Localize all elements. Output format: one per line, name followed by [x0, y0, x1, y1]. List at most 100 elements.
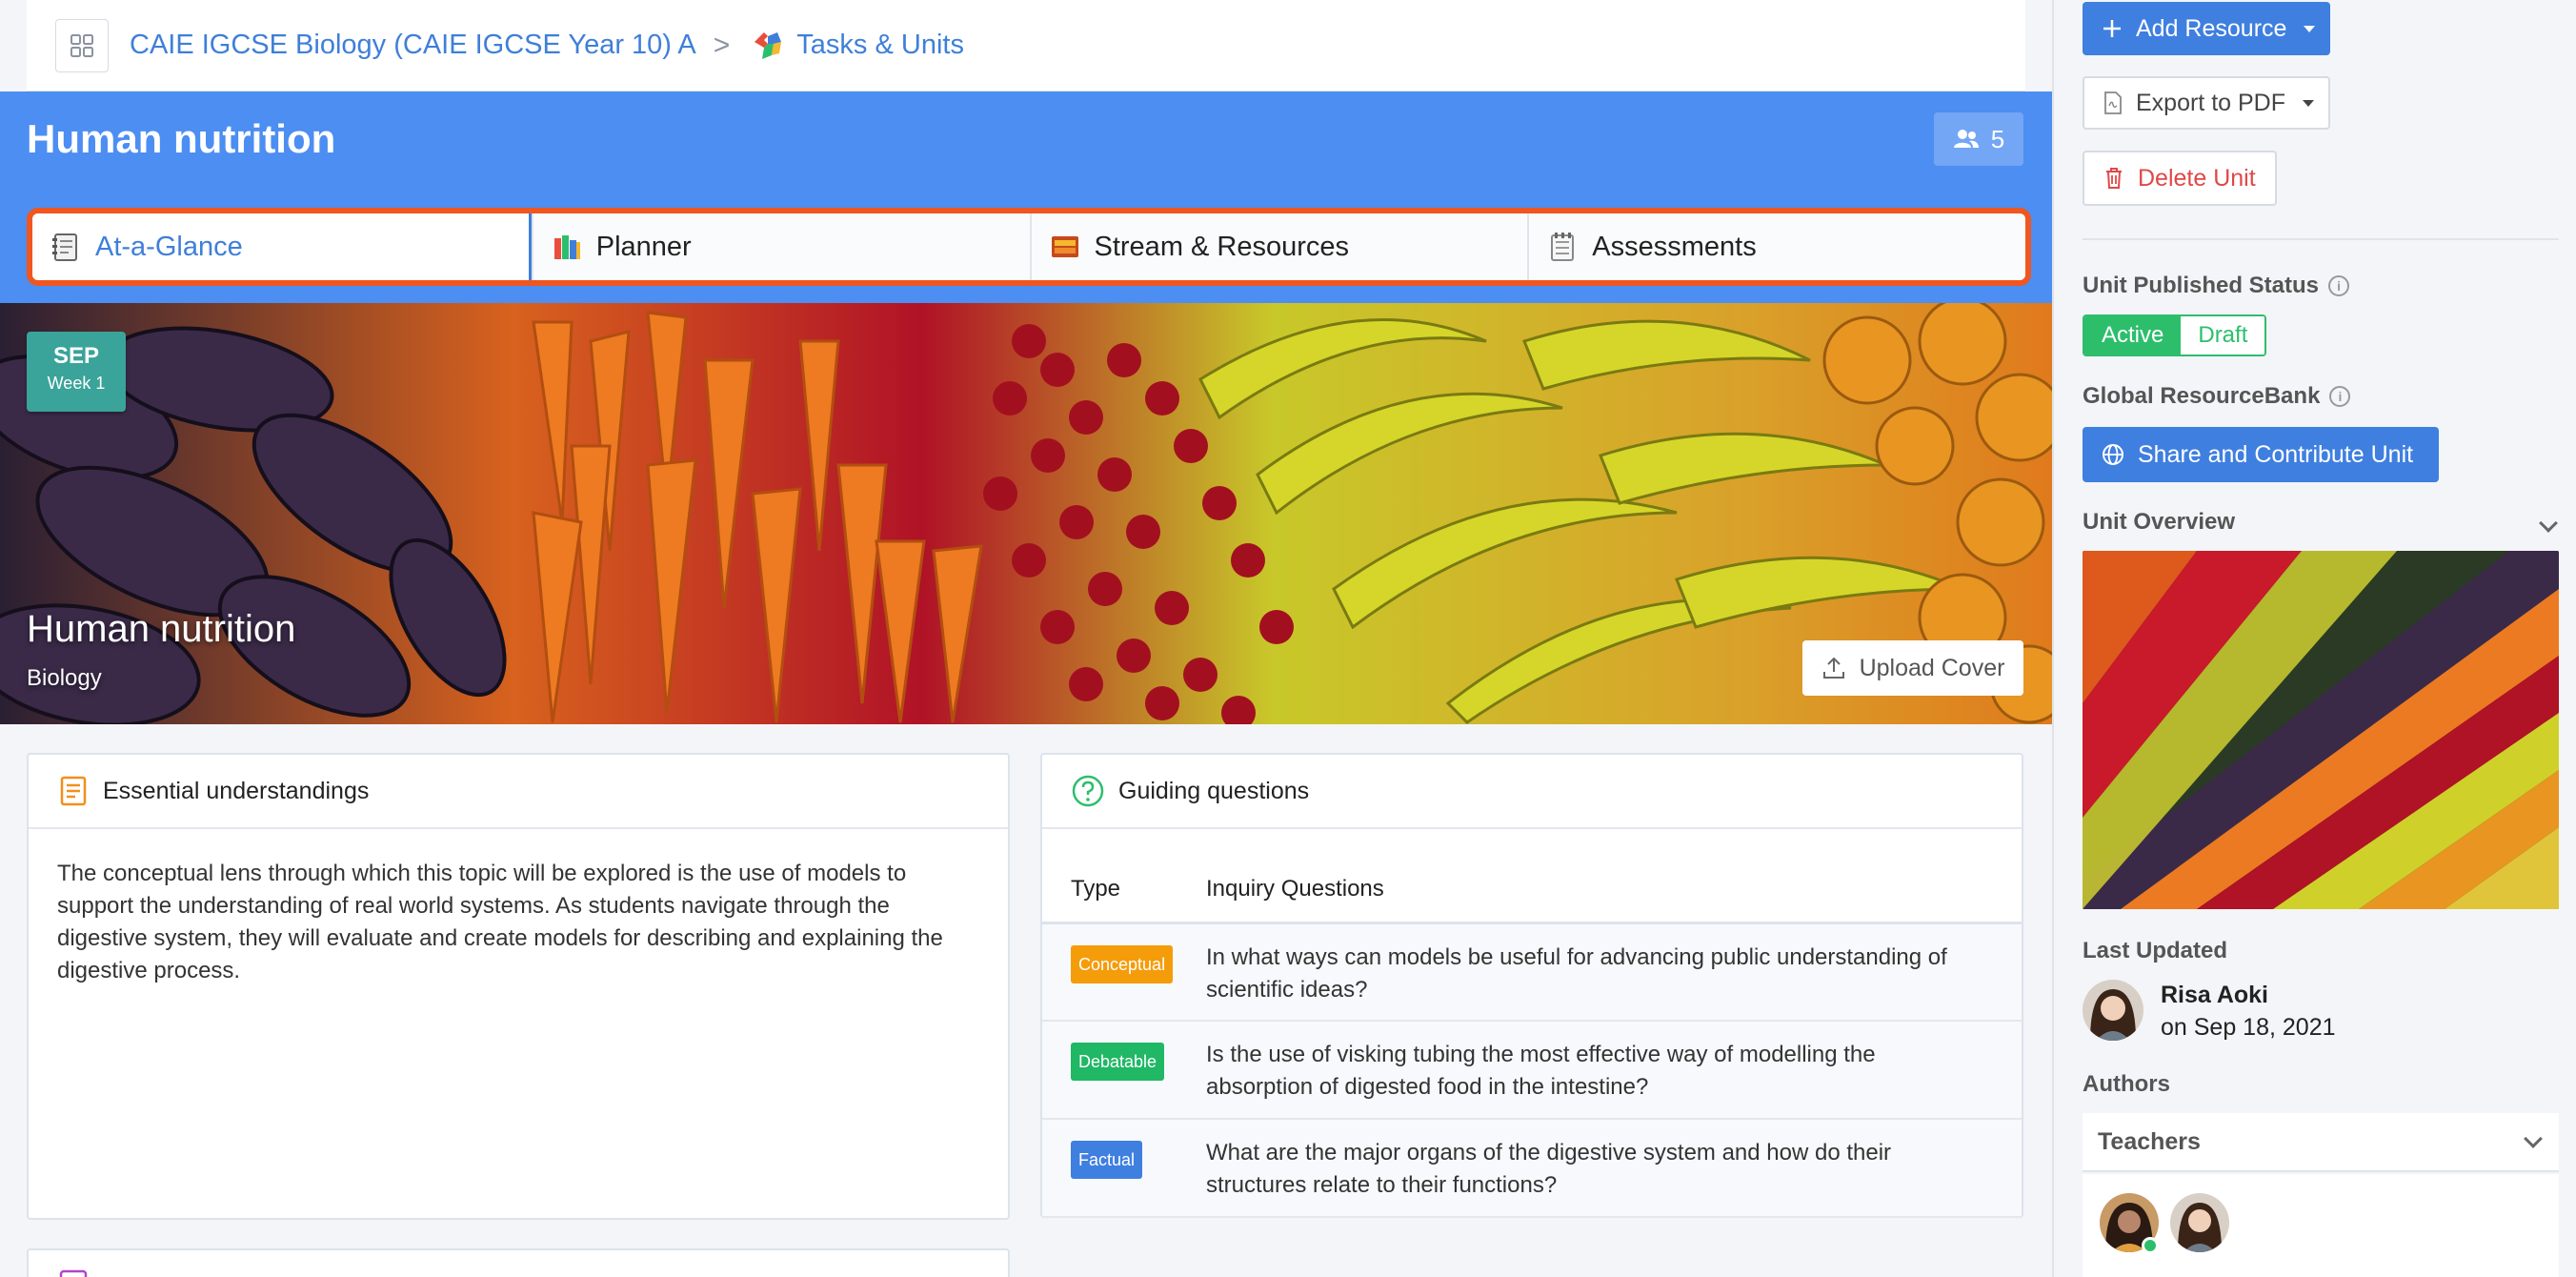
- tab-planner[interactable]: Planner: [531, 213, 1030, 280]
- chevron-down-icon: [2303, 99, 2314, 107]
- teachers-label: Teachers: [2098, 1127, 2201, 1155]
- table-row: Conceptual In what ways can models be us…: [1042, 922, 2022, 1022]
- card-box-icon: [1049, 231, 1081, 263]
- breadcrumb-course-link[interactable]: CAIE IGCSE Biology (CAIE IGCSE Year 10) …: [130, 30, 696, 61]
- grid-icon: [70, 33, 93, 57]
- tab-at-a-glance[interactable]: At-a-Glance: [32, 213, 532, 280]
- column-header-type: Type: [1042, 829, 1206, 924]
- avatar[interactable]: [2170, 1193, 2229, 1252]
- last-updated-label: Last Updated: [2083, 938, 2227, 964]
- pdf-file-icon: [2104, 91, 2122, 114]
- right-sidebar: Add Resource Export to PDF Delete Unit U…: [2052, 0, 2576, 1277]
- status-draft-option[interactable]: Draft: [2181, 316, 2265, 355]
- members-button[interactable]: 5: [1934, 112, 2023, 166]
- avatar[interactable]: [2083, 980, 2143, 1041]
- unit-cover: SEP Week 1 Human nutrition Biology Uploa…: [0, 303, 2052, 724]
- essential-understandings-card: Essential understandings The conceptual …: [27, 753, 1010, 1220]
- teachers-dropdown[interactable]: Teachers: [2083, 1113, 2559, 1172]
- card-title: Essential understandings: [103, 777, 370, 804]
- breadcrumb: CAIE IGCSE Biology (CAIE IGCSE Year 10) …: [27, 0, 2025, 91]
- add-resource-button[interactable]: Add Resource: [2083, 2, 2330, 55]
- essential-text: The conceptual lens through which this t…: [57, 861, 943, 983]
- published-status-toggle: Active Draft: [2083, 314, 2267, 356]
- published-status-text: Unit Published Status: [2083, 273, 2320, 298]
- date-badge: SEP Week 1: [27, 332, 126, 412]
- updated-by-name[interactable]: Risa Aoki: [2161, 982, 2268, 1009]
- share-unit-label: Share and Contribute Unit: [2138, 440, 2414, 468]
- resourcebank-text: Global ResourceBank: [2083, 383, 2321, 409]
- table-header-row: Type Inquiry Questions: [1042, 829, 2022, 924]
- cover-subject: Biology: [27, 665, 102, 691]
- breadcrumb-tasks-link[interactable]: Tasks & Units: [796, 30, 964, 61]
- status-active-option[interactable]: Active: [2084, 316, 2182, 355]
- tabs-container: At-a-Glance Planner Stream & Resources A…: [0, 191, 2052, 303]
- divider: [2083, 238, 2559, 240]
- unit-overview-image: [2083, 551, 2559, 909]
- question-text: Is the use of visking tubing the most ef…: [1206, 1021, 2022, 1120]
- cover-title: Human nutrition: [27, 608, 296, 650]
- question-text: In what ways can models be useful for ad…: [1206, 922, 2022, 1022]
- card-header: Guiding questions: [1042, 755, 2022, 829]
- chevron-down-icon[interactable]: [2539, 514, 2558, 533]
- question-text: What are the major organs of the digesti…: [1206, 1119, 2022, 1218]
- member-count: 5: [1990, 124, 2005, 153]
- upload-cover-button[interactable]: Upload Cover: [1802, 640, 2023, 696]
- notebook-icon: [50, 231, 82, 263]
- books-icon: [551, 231, 583, 263]
- updated-date: on Sep 18, 2021: [2161, 1014, 2336, 1041]
- tab-stream-resources[interactable]: Stream & Resources: [1029, 213, 1528, 280]
- unit-overview-label: Unit Overview: [2083, 509, 2235, 536]
- type-badge-debatable: Debatable: [1071, 1043, 1165, 1081]
- question-circle-icon: [1072, 775, 1104, 807]
- export-pdf-label: Export to PDF: [2136, 89, 2285, 116]
- breadcrumb-separator: >: [713, 29, 731, 61]
- type-badge-factual: Factual: [1071, 1141, 1143, 1179]
- share-unit-button[interactable]: Share and Contribute Unit: [2083, 427, 2439, 482]
- delete-unit-label: Delete Unit: [2138, 164, 2256, 192]
- add-resource-label: Add Resource: [2136, 14, 2287, 42]
- info-icon[interactable]: i: [2328, 275, 2350, 296]
- notepad-icon: [1546, 231, 1579, 263]
- upload-icon: [1822, 657, 1844, 679]
- published-status-label: Unit Published Status i: [2083, 273, 2350, 299]
- globe-icon: [2103, 444, 2123, 465]
- target-icon: [57, 1267, 90, 1277]
- card-title: Guiding questions: [1118, 777, 1310, 804]
- teachers-list: [2083, 1174, 2559, 1277]
- plus-icon: [2103, 20, 2121, 37]
- export-pdf-button[interactable]: Export to PDF: [2083, 76, 2330, 130]
- partial-card: [27, 1248, 1010, 1277]
- tab-label: Planner: [595, 231, 692, 262]
- authors-text: Authors: [2083, 1071, 2170, 1097]
- date-week: Week 1: [47, 374, 106, 393]
- users-icon: [1953, 130, 1979, 148]
- info-icon[interactable]: i: [2329, 386, 2351, 407]
- trash-icon: [2106, 168, 2122, 189]
- document-icon: [60, 776, 87, 806]
- tab-label: Stream & Resources: [1094, 231, 1350, 262]
- resourcebank-label: Global ResourceBank i: [2083, 383, 2351, 410]
- unit-header: Human nutrition 5: [0, 91, 2052, 191]
- column-header-question: Inquiry Questions: [1206, 829, 2022, 924]
- puzzle-icon: [751, 29, 785, 63]
- apps-grid-button[interactable]: [55, 18, 109, 72]
- chevron-down-icon: [2304, 25, 2316, 32]
- authors-label: Authors: [2083, 1071, 2170, 1098]
- tab-label: At-a-Glance: [95, 231, 243, 262]
- guiding-questions-card: Guiding questions Type Inquiry Questions…: [1040, 753, 2023, 1218]
- table-row: Factual What are the major organs of the…: [1042, 1119, 2022, 1218]
- last-updated-text: Last Updated: [2083, 938, 2228, 963]
- delete-unit-button[interactable]: Delete Unit: [2083, 151, 2277, 206]
- unit-overview-text: Unit Overview: [2083, 509, 2236, 535]
- cover-image: [0, 303, 2052, 724]
- tab-assessments[interactable]: Assessments: [1527, 213, 2025, 280]
- main-content: CAIE IGCSE Biology (CAIE IGCSE Year 10) …: [0, 0, 2052, 1277]
- date-month: SEP: [52, 343, 100, 369]
- card-header: Essential understandings: [29, 755, 1008, 829]
- online-status-badge: [2142, 1237, 2159, 1254]
- guiding-questions-table: Type Inquiry Questions Conceptual In wha…: [1042, 829, 2022, 1218]
- tab-label: Assessments: [1592, 231, 1757, 262]
- table-row: Debatable Is the use of visking tubing t…: [1042, 1021, 2022, 1120]
- upload-cover-label: Upload Cover: [1859, 654, 2005, 681]
- type-badge-conceptual: Conceptual: [1071, 944, 1174, 983]
